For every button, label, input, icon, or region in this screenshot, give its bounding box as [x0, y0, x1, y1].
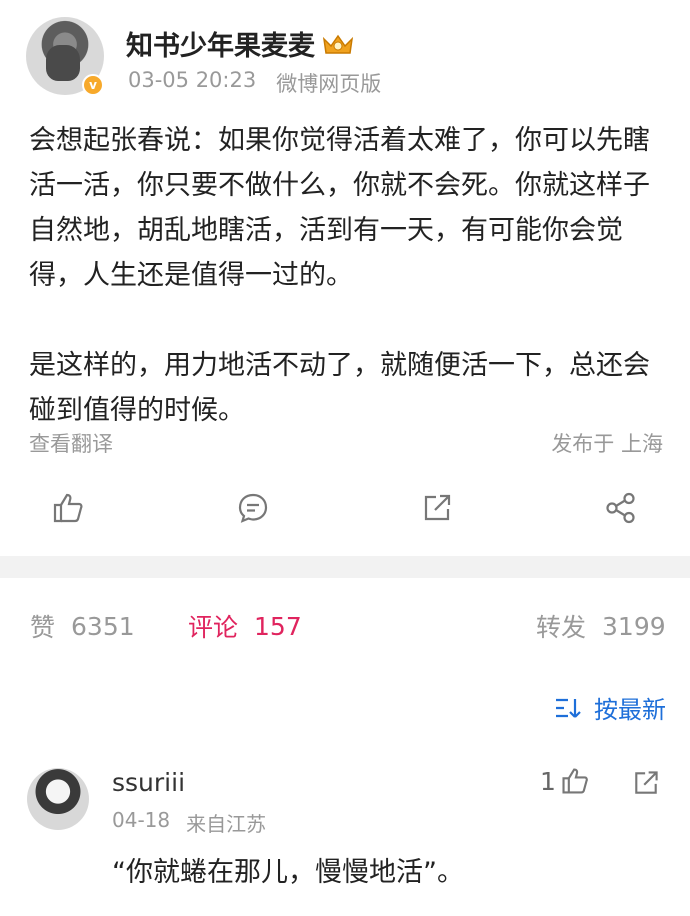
sort-button[interactable]: 按最新	[554, 690, 666, 725]
comment-button[interactable]	[233, 488, 273, 528]
comment-like-button[interactable]: 1	[540, 766, 590, 796]
reposts-count: 3199	[602, 611, 666, 641]
like-icon	[562, 768, 588, 794]
post-paragraph: 会想起张春说：如果你觉得活着太难了，你可以先瞎活一活，你只要不做什么，你就不会死…	[29, 125, 650, 291]
translate-link[interactable]: 查看翻译	[29, 428, 113, 458]
post-meta: 03-05 20:23 微博网页版	[128, 68, 381, 98]
likes-label: 赞	[30, 613, 56, 642]
verified-badge-icon: v	[82, 74, 104, 96]
comment-like-count: 1	[540, 766, 556, 796]
comment-text: “你就蜷在那儿，慢慢地活”。	[112, 857, 464, 888]
post-paragraph: 是这样的，用力地活不动了，就随便活一下，总还会碰到值得的时候。	[29, 350, 650, 426]
commenter-name[interactable]: ssuriii	[112, 768, 185, 797]
comment-icon	[238, 493, 268, 523]
repost-icon	[424, 494, 451, 521]
crown-icon	[322, 34, 354, 54]
sort-icon	[556, 698, 581, 718]
share-button[interactable]	[601, 488, 641, 528]
comments-label: 评论	[188, 613, 239, 642]
comment-meta: 04-18 来自江苏	[112, 808, 266, 837]
repost-button[interactable]	[417, 488, 457, 528]
post-location: 发布于 上海	[551, 432, 663, 456]
post-timestamp: 03-05 20:23	[128, 68, 257, 92]
reposts-tab[interactable]: 转发 3199	[536, 608, 666, 644]
like-icon	[53, 493, 83, 523]
section-divider	[0, 556, 690, 578]
stats-bar: 赞 6351 评论 157 转发 3199	[0, 608, 690, 648]
likes-tab[interactable]: 赞 6351	[30, 608, 135, 644]
share-icon	[606, 492, 635, 524]
likes-count: 6351	[71, 611, 135, 641]
author-name[interactable]: 知书少年果麦麦	[126, 24, 315, 63]
comment-date: 04-18	[112, 808, 171, 832]
action-bar	[0, 484, 690, 534]
comment-share-icon[interactable]	[631, 768, 661, 798]
author-name-row[interactable]: 知书少年果麦麦	[126, 24, 355, 63]
reposts-label: 转发	[536, 613, 587, 642]
comments-tab[interactable]: 评论 157	[188, 608, 302, 644]
like-button[interactable]	[48, 488, 88, 528]
post-subline: 查看翻译 发布于 上海	[29, 428, 663, 458]
commenter-avatar[interactable]	[27, 768, 89, 830]
comment-origin: 来自江苏	[186, 812, 267, 836]
sort-label: 按最新	[594, 696, 666, 724]
comments-count: 157	[254, 611, 302, 641]
post-source: 微博网页版	[276, 72, 382, 96]
weibo-post-page: v 知书少年果麦麦 03-05 20:23 微博网页版 会想起张春说：如果你觉得…	[0, 0, 690, 916]
post-body: 会想起张春说：如果你觉得活着太难了，你可以先瞎活一活，你只要不做什么，你就不会死…	[29, 118, 669, 433]
